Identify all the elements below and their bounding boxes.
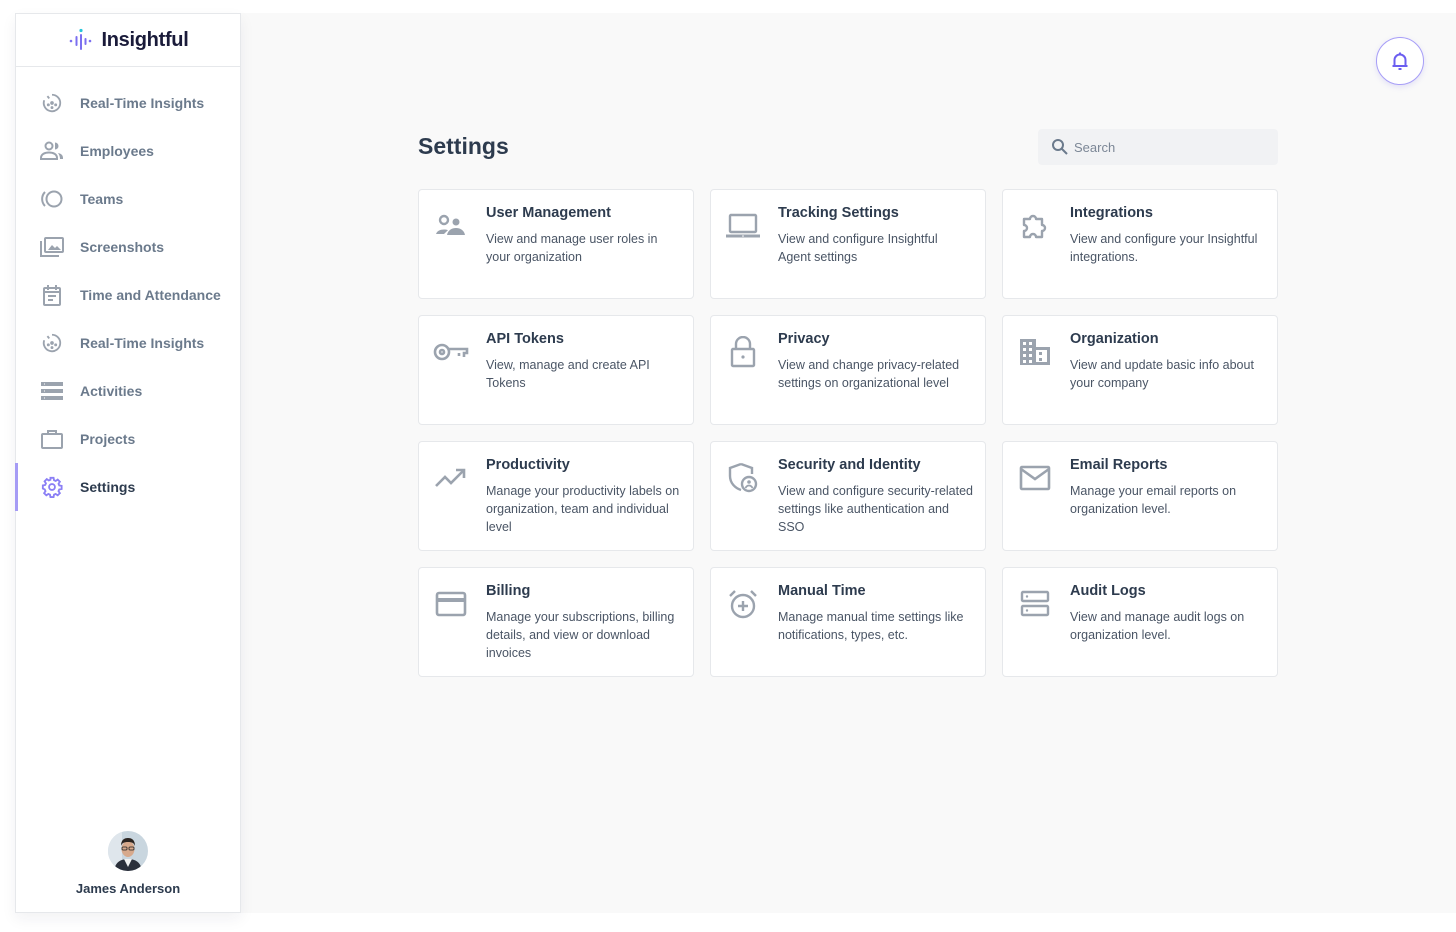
sidebar-item-employees[interactable]: Employees <box>16 127 240 175</box>
gear-icon <box>40 475 64 499</box>
sidebar-item-label: Real-Time Insights <box>80 95 205 111</box>
shield-user-icon <box>725 460 761 496</box>
page-title: Settings <box>418 133 509 159</box>
building-icon <box>1017 334 1053 370</box>
card-title: Email Reports <box>1070 457 1168 473</box>
bell-icon <box>1392 52 1408 70</box>
sidebar-item-label: Settings <box>80 479 136 495</box>
card-description: View and configure security-related sett… <box>778 484 974 534</box>
card-billing[interactable]: Billing Manage your subscriptions, billi… <box>418 567 694 677</box>
card-description: View and update basic info about your co… <box>1070 358 1254 390</box>
server-icon <box>1017 586 1053 622</box>
card-productivity[interactable]: Productivity Manage your productivity la… <box>418 441 694 551</box>
sidebar-item-label: Real-Time Insights <box>80 335 205 351</box>
sidebar-item-time-and-attendance[interactable]: Time and Attendance <box>16 271 240 319</box>
card-title: Productivity <box>486 457 570 473</box>
card-tracking-settings[interactable]: Tracking Settings View and configure Ins… <box>710 189 986 299</box>
logo[interactable]: Insightful <box>16 14 240 67</box>
screenshots-icon <box>40 235 64 259</box>
teams-icon <box>40 187 64 211</box>
card-description: View, manage and create API Tokens <box>486 358 650 390</box>
calendar-icon <box>40 283 64 307</box>
sidebar-item-settings[interactable]: Settings <box>15 463 240 511</box>
sidebar-item-real-time-insights[interactable]: Real-Time Insights <box>16 79 240 127</box>
card-audit-logs[interactable]: Audit Logs View and manage audit logs on… <box>1002 567 1278 677</box>
card-email-reports[interactable]: Email Reports Manage your email reports … <box>1002 441 1278 551</box>
laptop-icon <box>725 208 761 244</box>
logo-text: Insightful <box>101 28 189 51</box>
card-title: Privacy <box>778 331 830 347</box>
card-title: Tracking Settings <box>778 205 899 221</box>
card-title: Security and Identity <box>778 457 921 473</box>
card-description: View and configure Insightful Agent sett… <box>778 232 938 264</box>
logo-icon <box>69 28 91 50</box>
card-description: View and configure your Insightful integ… <box>1070 232 1258 264</box>
briefcase-icon <box>40 427 64 451</box>
sidebar-item-label: Screenshots <box>80 239 165 255</box>
card-organization[interactable]: Organization View and update basic info … <box>1002 315 1278 425</box>
card-user-management[interactable]: User Management View and manage user rol… <box>418 189 694 299</box>
sidebar-item-real-time-insights-2[interactable]: Real-Time Insights <box>16 319 240 367</box>
sidebar-item-label: Projects <box>80 431 136 447</box>
sidebar-item-label: Employees <box>80 143 154 159</box>
sidebar-item-label: Time and Attendance <box>80 287 221 303</box>
card-description: View and manage user roles in your organ… <box>486 232 658 264</box>
activities-icon <box>40 379 64 403</box>
realtime-icon <box>40 91 64 115</box>
card-integrations[interactable]: Integrations View and configure your Ins… <box>1002 189 1278 299</box>
card-api-tokens[interactable]: API Tokens View, manage and create API T… <box>418 315 694 425</box>
sidebar-item-label: Activities <box>80 383 143 399</box>
sidebar: Insightful Real-Time Insights Employees … <box>15 13 241 913</box>
card-title: Audit Logs <box>1070 583 1146 599</box>
sidebar-item-activities[interactable]: Activities <box>16 367 240 415</box>
lock-icon <box>725 334 761 370</box>
card-description: View and manage audit logs on organizati… <box>1070 610 1245 642</box>
sidebar-nav: Real-Time Insights Employees Teams Scree… <box>15 67 240 511</box>
card-title: Organization <box>1070 331 1159 347</box>
card-description: Manage your subscriptions, billing detai… <box>486 610 675 660</box>
user-name: James Anderson <box>75 881 181 896</box>
card-security-and-identity[interactable]: Security and Identity View and configure… <box>710 441 986 551</box>
card-title: Integrations <box>1070 205 1153 221</box>
trending-up-icon <box>433 460 469 496</box>
employees-icon <box>40 139 64 163</box>
sidebar-item-label: Teams <box>80 191 124 207</box>
card-description: View and change privacy-related settings… <box>778 358 960 390</box>
card-title: Manual Time <box>778 583 866 599</box>
sidebar-item-projects[interactable]: Projects <box>16 415 240 463</box>
card-manual-time[interactable]: Manual Time Manage manual time settings … <box>710 567 986 677</box>
puzzle-icon <box>1017 208 1053 244</box>
search-box[interactable] <box>1038 129 1278 165</box>
users-icon <box>433 208 469 244</box>
card-title: Billing <box>486 583 531 599</box>
realtime-icon <box>40 331 64 355</box>
settings-grid: User Management View and manage user rol… <box>418 189 1278 677</box>
key-icon <box>433 334 469 370</box>
card-description: Manage your productivity labels on organ… <box>486 484 680 534</box>
card-title: API Tokens <box>486 331 564 347</box>
card-description: Manage your email reports on organizatio… <box>1070 484 1237 516</box>
credit-card-icon <box>433 586 469 622</box>
mail-icon <box>1017 460 1053 496</box>
sidebar-item-teams[interactable]: Teams <box>16 175 240 223</box>
user-profile[interactable]: James Anderson <box>16 831 240 896</box>
alarm-add-icon <box>725 586 761 622</box>
card-privacy[interactable]: Privacy View and change privacy-related … <box>710 315 986 425</box>
card-title: User Management <box>486 205 611 221</box>
search-icon <box>1052 139 1068 155</box>
notifications-button[interactable] <box>1376 37 1424 85</box>
avatar[interactable] <box>108 831 148 871</box>
search-input[interactable] <box>1074 139 1264 155</box>
card-description: Manage manual time settings like notific… <box>778 610 964 642</box>
sidebar-item-screenshots[interactable]: Screenshots <box>16 223 240 271</box>
